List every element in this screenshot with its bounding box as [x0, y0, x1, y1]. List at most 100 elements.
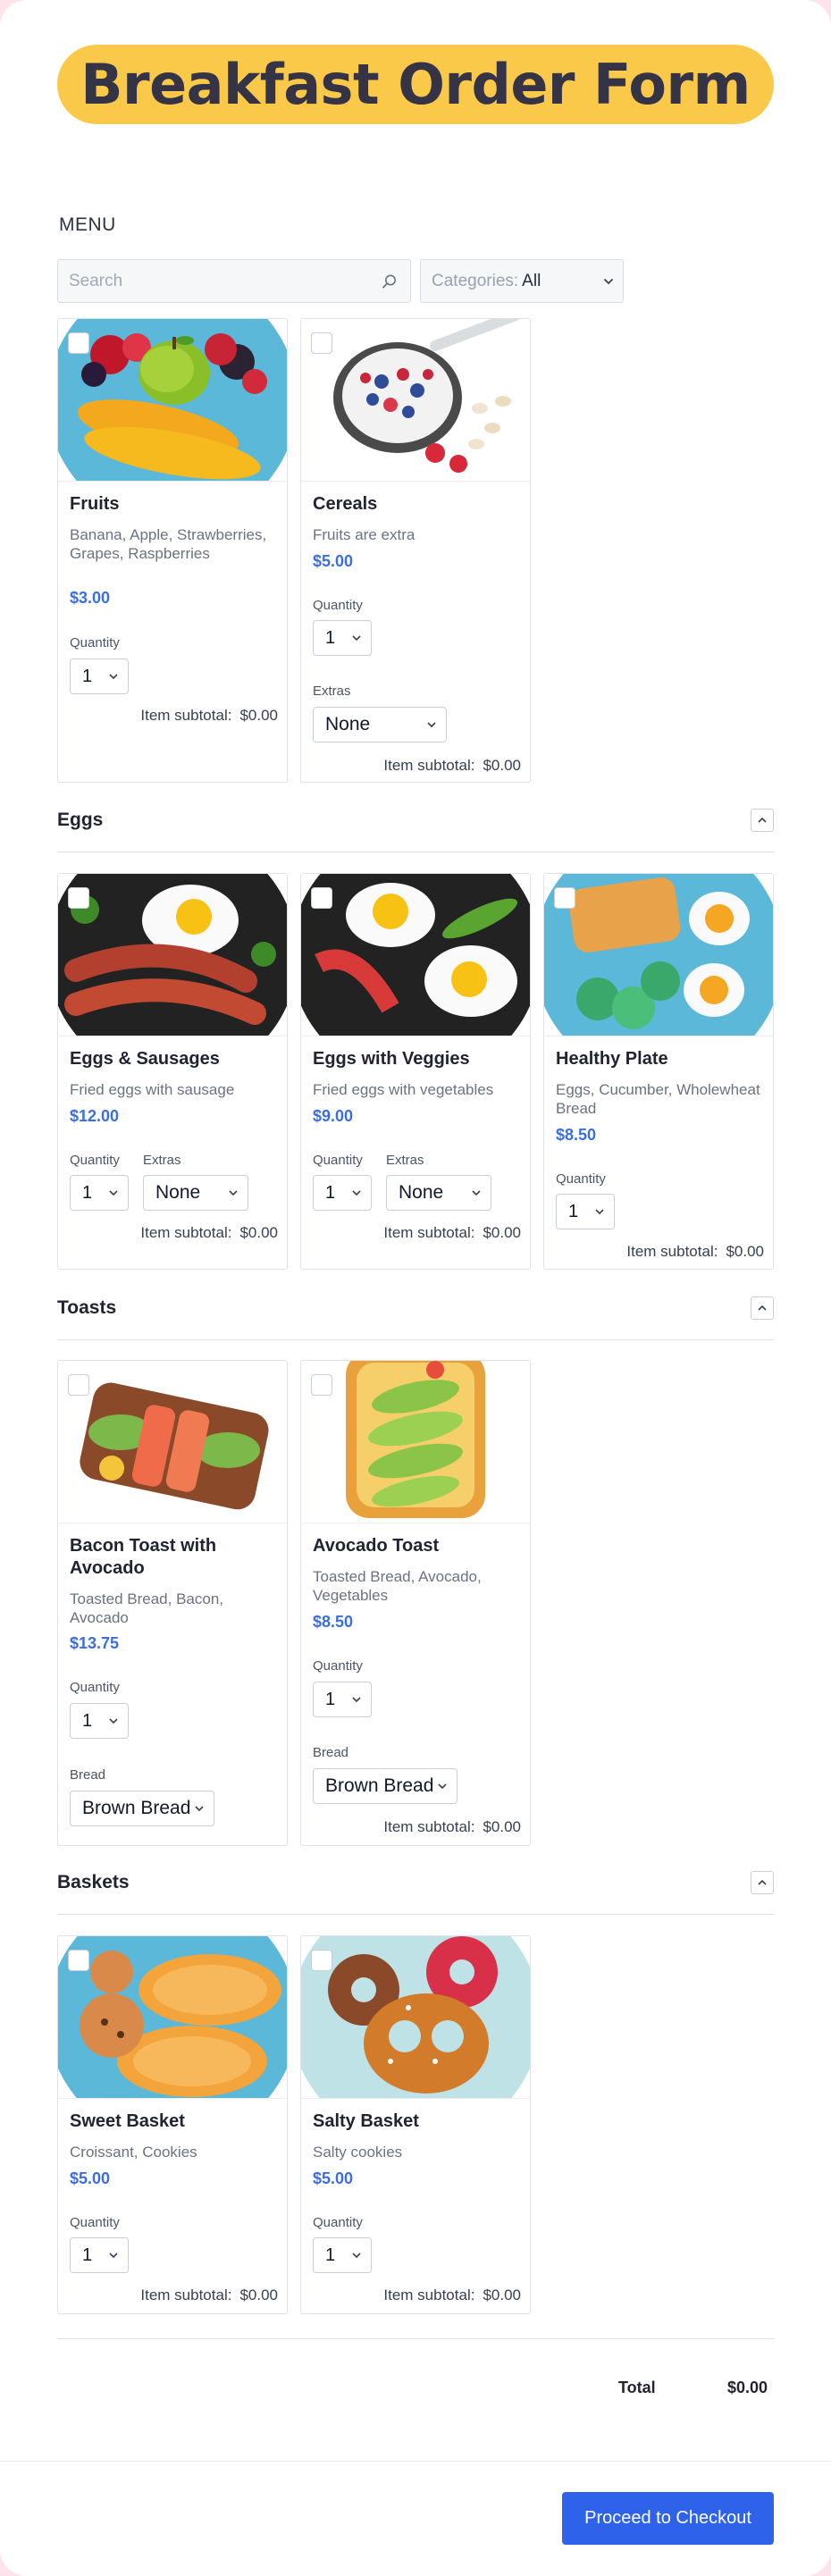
item-card-salty-basket[interactable]: Salty Basket Salty cookies $5.00 Quantit…	[300, 1935, 531, 2314]
select-checkbox[interactable]	[311, 1374, 332, 1396]
item-price: $8.50	[556, 1126, 597, 1144]
chevron-up-icon	[758, 817, 767, 823]
item-subtotal-label: Item subtotal:	[383, 1224, 475, 1241]
quantity-select[interactable]: 1	[313, 2237, 372, 2273]
item-subtotal: Item subtotal: $0.00	[140, 707, 278, 725]
item-card-avocado-toast[interactable]: Avocado Toast Toasted Bread, Avocado, Ve…	[300, 1360, 531, 1846]
select-checkbox[interactable]	[311, 887, 332, 909]
bread-select[interactable]: Brown Bread	[70, 1791, 214, 1826]
item-subtotal-label: Item subtotal:	[383, 757, 475, 774]
item-subtotal-value: $0.00	[483, 1818, 521, 1835]
select-checkbox[interactable]	[68, 1374, 89, 1396]
item-description: Salty cookies	[313, 2144, 403, 2161]
item-card-sweet-basket[interactable]: Sweet Basket Croissant, Cookies $5.00 Qu…	[57, 1935, 288, 2314]
chevron-down-icon	[603, 278, 614, 284]
select-checkbox[interactable]	[68, 332, 89, 354]
categories-value: All	[522, 271, 541, 290]
quantity-value: 1	[325, 627, 336, 648]
cereals-image	[301, 319, 530, 482]
search-box[interactable]	[57, 259, 411, 303]
healthy-plate-image	[544, 874, 773, 1036]
item-price: $8.50	[313, 1613, 354, 1631]
item-name: Avocado Toast	[313, 1536, 440, 1556]
eggs-sausages-image	[58, 874, 287, 1036]
select-checkbox[interactable]	[311, 1950, 332, 1971]
chevron-down-icon	[472, 1190, 481, 1196]
quantity-value: 1	[325, 1182, 336, 1203]
extras-select[interactable]: None	[313, 707, 447, 743]
quantity-value: 1	[325, 1689, 336, 1709]
item-name: Sweet Basket	[70, 2111, 185, 2131]
item-description: Eggs, Cucumber, Wholewheat Bread	[556, 1081, 760, 1117]
item-price: $5.00	[70, 2169, 111, 2187]
item-card-bacon-toast[interactable]: Bacon Toast with Avocado Toasted Bread, …	[57, 1360, 288, 1846]
extras-value: None	[155, 1182, 201, 1203]
item-price: $3.00	[70, 589, 111, 607]
item-subtotal-label: Item subtotal:	[626, 1243, 718, 1260]
chevron-down-icon	[109, 2253, 118, 2259]
item-subtotal-label: Item subtotal:	[383, 1818, 475, 1835]
item-description: Fried eggs with vegetables	[313, 1081, 494, 1098]
extras-select[interactable]: None	[143, 1175, 248, 1211]
chevron-down-icon	[352, 1697, 361, 1703]
quantity-value: 1	[82, 1182, 93, 1203]
quantity-select[interactable]: 1	[70, 2237, 129, 2273]
item-price: $9.00	[313, 1107, 354, 1125]
quantity-value: 1	[568, 1201, 579, 1221]
categories-select[interactable]: Categories: All	[420, 259, 624, 303]
quantity-select[interactable]: 1	[70, 659, 129, 694]
search-input[interactable]	[69, 271, 380, 291]
item-name: Healthy Plate	[556, 1049, 668, 1069]
chevron-down-icon	[109, 674, 118, 680]
item-card-healthy-plate[interactable]: Healthy Plate Eggs, Cucumber, Wholewheat…	[543, 873, 774, 1270]
item-card-fruits[interactable]: Fruits Banana, Apple, Strawberries, Grap…	[57, 318, 288, 783]
item-price: $12.00	[70, 1107, 120, 1125]
extras-label: Extras	[386, 1153, 424, 1168]
menu-label: MENU	[59, 214, 116, 235]
bacon-toast-image	[58, 1361, 287, 1523]
select-checkbox[interactable]	[68, 887, 89, 909]
quantity-label: Quantity	[70, 2215, 120, 2230]
extras-label: Extras	[143, 1153, 181, 1168]
item-card-eggs-veggies[interactable]: Eggs with Veggies Fried eggs with vegeta…	[300, 873, 531, 1270]
chevron-down-icon	[595, 1209, 604, 1215]
quantity-select[interactable]: 1	[313, 620, 372, 656]
section-divider	[57, 1339, 774, 1340]
bread-select[interactable]: Brown Bread	[313, 1768, 457, 1804]
item-price: $13.75	[70, 1634, 120, 1652]
item-subtotal: Item subtotal: $0.00	[383, 757, 521, 775]
section-title-eggs: Eggs	[57, 810, 104, 830]
item-subtotal-value: $0.00	[239, 1224, 278, 1241]
form-title: Breakfast Order Form	[57, 45, 774, 124]
select-checkbox[interactable]	[68, 1950, 89, 1971]
item-subtotal: Item subtotal: $0.00	[140, 2287, 278, 2304]
quantity-select[interactable]: 1	[313, 1682, 372, 1717]
search-icon[interactable]	[380, 272, 399, 291]
proceed-to-checkout-button[interactable]: Proceed to Checkout	[562, 2492, 774, 2545]
quantity-select[interactable]: 1	[70, 1175, 129, 1211]
collapse-toasts-button[interactable]	[751, 1296, 774, 1320]
extras-label: Extras	[313, 684, 351, 699]
item-subtotal-value: $0.00	[726, 1243, 764, 1260]
collapse-baskets-button[interactable]	[751, 1871, 774, 1894]
extras-select[interactable]: None	[386, 1175, 491, 1211]
select-checkbox[interactable]	[311, 332, 332, 354]
quantity-select[interactable]: 1	[556, 1194, 615, 1229]
item-price: $5.00	[313, 2169, 354, 2187]
select-checkbox[interactable]	[554, 887, 575, 909]
item-subtotal: Item subtotal: $0.00	[626, 1243, 764, 1261]
item-subtotal-value: $0.00	[483, 2287, 521, 2303]
item-name: Cereals	[313, 494, 378, 514]
chevron-down-icon	[352, 635, 361, 642]
quantity-select[interactable]: 1	[313, 1175, 372, 1211]
bread-label: Bread	[313, 1745, 349, 1760]
fruits-image	[58, 319, 287, 482]
bread-value: Brown Bread	[82, 1798, 191, 1818]
collapse-eggs-button[interactable]	[751, 809, 774, 832]
bread-value: Brown Bread	[325, 1775, 434, 1796]
quantity-label: Quantity	[556, 1171, 606, 1187]
quantity-select[interactable]: 1	[70, 1703, 129, 1739]
item-description: Fruits are extra	[313, 526, 416, 543]
item-card-cereals[interactable]: Cereals Fruits are extra $5.00 Quantity …	[300, 318, 531, 783]
item-card-eggs-sausages[interactable]: Eggs & Sausages Fried eggs with sausage …	[57, 873, 288, 1270]
